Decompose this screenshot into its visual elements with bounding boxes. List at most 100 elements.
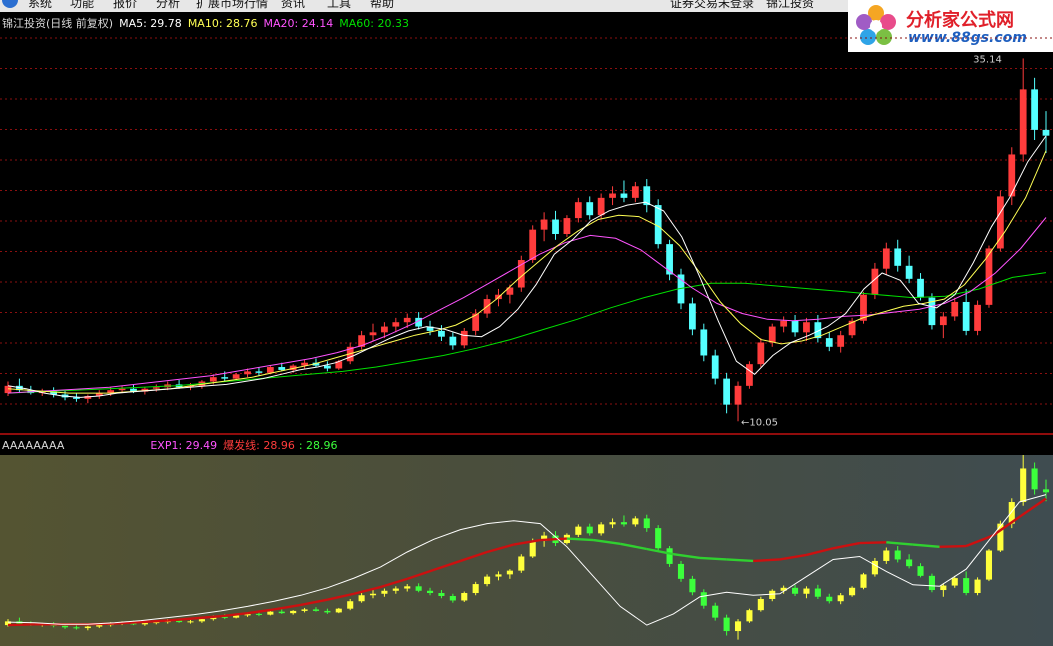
indicator-bar-down — [689, 578, 696, 593]
candle-down — [278, 367, 286, 370]
candle-up — [974, 304, 981, 331]
indicator-bar-up — [461, 593, 468, 601]
menu-item-ext-market[interactable]: 扩展市场行情 — [196, 0, 268, 11]
ma10-line — [7, 150, 1047, 394]
burst-line-segment — [673, 553, 701, 560]
indicator-bar-up — [290, 610, 297, 614]
candle-up — [1008, 154, 1016, 197]
indicator-bar-up — [529, 540, 536, 557]
indicator-bar-up — [940, 585, 947, 591]
candle-up — [837, 335, 845, 347]
indicator-panel[interactable] — [0, 455, 1053, 646]
indicator-bar-up — [974, 579, 981, 594]
candle-up — [392, 322, 400, 327]
indicator-bar-up — [404, 586, 411, 589]
burst-line-segment — [141, 619, 168, 624]
burst-line-segment — [540, 537, 567, 542]
ma60-line — [7, 272, 1047, 394]
burst-line-segment — [353, 585, 381, 595]
indicator-bar-up — [369, 593, 377, 596]
candle-up — [403, 317, 411, 323]
stock-name-tab[interactable]: 锦江投资 — [766, 0, 814, 11]
candle-down — [689, 303, 696, 330]
trade-status[interactable]: 证券交易未登录 — [670, 0, 754, 11]
indicator-bar-up — [734, 621, 742, 632]
candle-down — [917, 278, 924, 298]
candle-up — [780, 320, 788, 327]
indicator-bar-up — [985, 550, 993, 580]
candle-up — [540, 219, 548, 230]
candle-up — [563, 218, 571, 234]
high-price-label: 35.14 — [973, 54, 1002, 65]
burst-line-segment — [273, 603, 301, 611]
indicator-bar-up — [96, 625, 103, 627]
candle-down — [552, 219, 559, 234]
candle-up — [152, 387, 160, 389]
candle-down — [894, 248, 902, 266]
menu-item-help[interactable]: 帮助 — [370, 0, 394, 11]
candle-down — [449, 336, 457, 346]
indicator-bar-down — [324, 610, 331, 613]
burst-line-segment — [486, 543, 515, 554]
burst-line-segment — [460, 550, 488, 563]
candle-down — [825, 338, 833, 347]
burst-line-segment — [699, 556, 727, 561]
candle-down — [962, 301, 970, 331]
indicator-bar-down — [666, 548, 673, 564]
menu-item-analysis[interactable]: 分析 — [156, 0, 180, 11]
indicator-bar-down — [894, 550, 901, 560]
indicator-chart[interactable] — [0, 455, 1053, 646]
indicator-bar-down — [928, 575, 935, 591]
candle-up — [757, 342, 765, 365]
candle-down — [1042, 129, 1050, 136]
candle-up — [609, 193, 616, 198]
burst-line-segment — [886, 541, 914, 546]
ma20-line — [7, 217, 1047, 394]
candle-up — [381, 326, 388, 333]
ma60-label: MA60: 20.33 — [339, 17, 409, 30]
indicator-bar-down — [1042, 489, 1050, 493]
burst-line-segment — [406, 568, 435, 580]
ma20-label: MA20: 24.14 — [263, 17, 334, 30]
indicator-bar-up — [757, 598, 764, 611]
indicator-bar-down — [723, 617, 730, 632]
candle-up — [232, 374, 240, 379]
menu-item-function[interactable]: 功能 — [70, 0, 94, 11]
burst-line-label: 爆发线: 28.96 — [223, 439, 295, 452]
indicator-bar-up — [472, 584, 479, 594]
indicator-bar-down — [700, 592, 707, 606]
indicator-bar-up — [392, 588, 399, 591]
burst-line-segment — [859, 541, 887, 545]
indicator-bar-down — [963, 578, 970, 594]
candle-down — [221, 377, 229, 379]
indicator-bar-up — [484, 576, 491, 585]
menu-item-quote[interactable]: 报价 — [113, 0, 137, 11]
chart-title: 锦江投资(日线 前复权) — [2, 17, 114, 30]
indicator-bar-down — [620, 522, 628, 525]
exp1-line — [7, 494, 1047, 626]
menu-item-system[interactable]: 系统 — [28, 0, 52, 11]
candle-down — [905, 265, 913, 279]
menu-item-news[interactable]: 资讯 — [281, 0, 305, 11]
burst-line-segment — [327, 592, 355, 601]
indicator-bar-up — [951, 578, 958, 586]
indicator-bar-down — [1031, 468, 1038, 490]
candle-down — [791, 320, 799, 333]
indicator-bar-down — [449, 595, 456, 601]
candle-up — [4, 385, 12, 394]
menu-item-tools[interactable]: 工具 — [327, 0, 351, 11]
burst-line-segment — [300, 598, 328, 607]
candle-up — [460, 330, 468, 346]
candle-up — [882, 248, 890, 269]
burst-line-segment — [912, 543, 940, 548]
candle-down — [700, 329, 708, 356]
burst-line-segment — [566, 537, 594, 542]
burst-line-segment — [619, 542, 648, 551]
candle-up — [209, 377, 217, 382]
indicator-bar-up — [335, 608, 342, 613]
indicator-bar-up — [632, 518, 639, 525]
indicator-bar-up — [871, 560, 878, 575]
indicator-bar-up — [769, 590, 776, 599]
main-chart[interactable]: 35.14 ←10.05 — [0, 30, 1053, 435]
burst-line-segment — [7, 623, 35, 627]
